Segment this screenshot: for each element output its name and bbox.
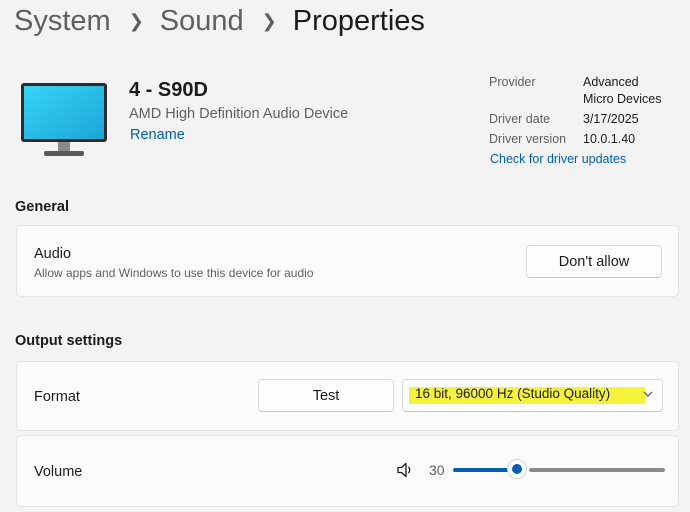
- speaker-icon[interactable]: [396, 461, 414, 479]
- device-name: 4 - S90D: [129, 79, 208, 101]
- audio-subtitle: Allow apps and Windows to use this devic…: [34, 266, 314, 280]
- chevron-right-icon: ❯: [128, 11, 144, 31]
- format-dropdown[interactable]: 16 bit, 96000 Hz (Studio Quality): [402, 379, 663, 412]
- volume-slider-track: [529, 468, 665, 472]
- provider-value-line1: Advanced: [583, 75, 639, 89]
- driver-date-label: Driver date: [489, 112, 551, 126]
- driver-version-label: Driver version: [489, 132, 567, 146]
- volume-value: 30: [429, 462, 445, 478]
- general-section-title: General: [15, 199, 69, 215]
- provider-value: Advanced Micro Devices: [583, 74, 683, 108]
- rename-link[interactable]: Rename: [130, 127, 185, 143]
- page-title: Properties: [292, 5, 425, 37]
- chevron-down-icon: [643, 391, 653, 397]
- audio-card: Audio Allow apps and Windows to use this…: [16, 225, 679, 297]
- volume-card: Volume 30: [16, 435, 679, 507]
- test-button[interactable]: Test: [258, 379, 394, 412]
- provider-label: Provider: [489, 75, 536, 89]
- provider-value-line2: Micro Devices: [583, 92, 662, 106]
- output-section-title: Output settings: [15, 333, 123, 349]
- volume-slider-thumb[interactable]: [507, 459, 527, 479]
- driver-date-row: Driver date 3/17/2025: [489, 111, 683, 128]
- chevron-right-icon: ❯: [261, 11, 277, 31]
- volume-label: Volume: [34, 464, 83, 480]
- provider-row: Provider Advanced Micro Devices: [489, 74, 683, 108]
- format-card: Format Test 16 bit, 96000 Hz (Studio Qua…: [16, 361, 679, 431]
- check-driver-updates-link[interactable]: Check for driver updates: [490, 152, 626, 166]
- breadcrumb-system[interactable]: System: [14, 2, 111, 40]
- volume-slider[interactable]: [453, 459, 665, 481]
- device-description: AMD High Definition Audio Device: [129, 106, 349, 122]
- driver-date-value: 3/17/2025: [583, 112, 639, 126]
- breadcrumb-sound[interactable]: Sound: [160, 2, 244, 40]
- driver-version-row: Driver version 10.0.1.40: [489, 131, 683, 148]
- driver-info: Provider Advanced Micro Devices Driver d…: [489, 74, 683, 151]
- driver-version-value: 10.0.1.40: [583, 132, 636, 146]
- format-selected-value: 16 bit, 96000 Hz (Studio Quality): [415, 386, 611, 401]
- audio-title: Audio: [34, 246, 72, 262]
- monitor-icon: [21, 83, 107, 156]
- dont-allow-button[interactable]: Don't allow: [526, 245, 662, 278]
- volume-slider-fill: [453, 468, 515, 472]
- format-label: Format: [34, 389, 80, 405]
- breadcrumb: System ❯ Sound ❯ Properties: [14, 2, 425, 40]
